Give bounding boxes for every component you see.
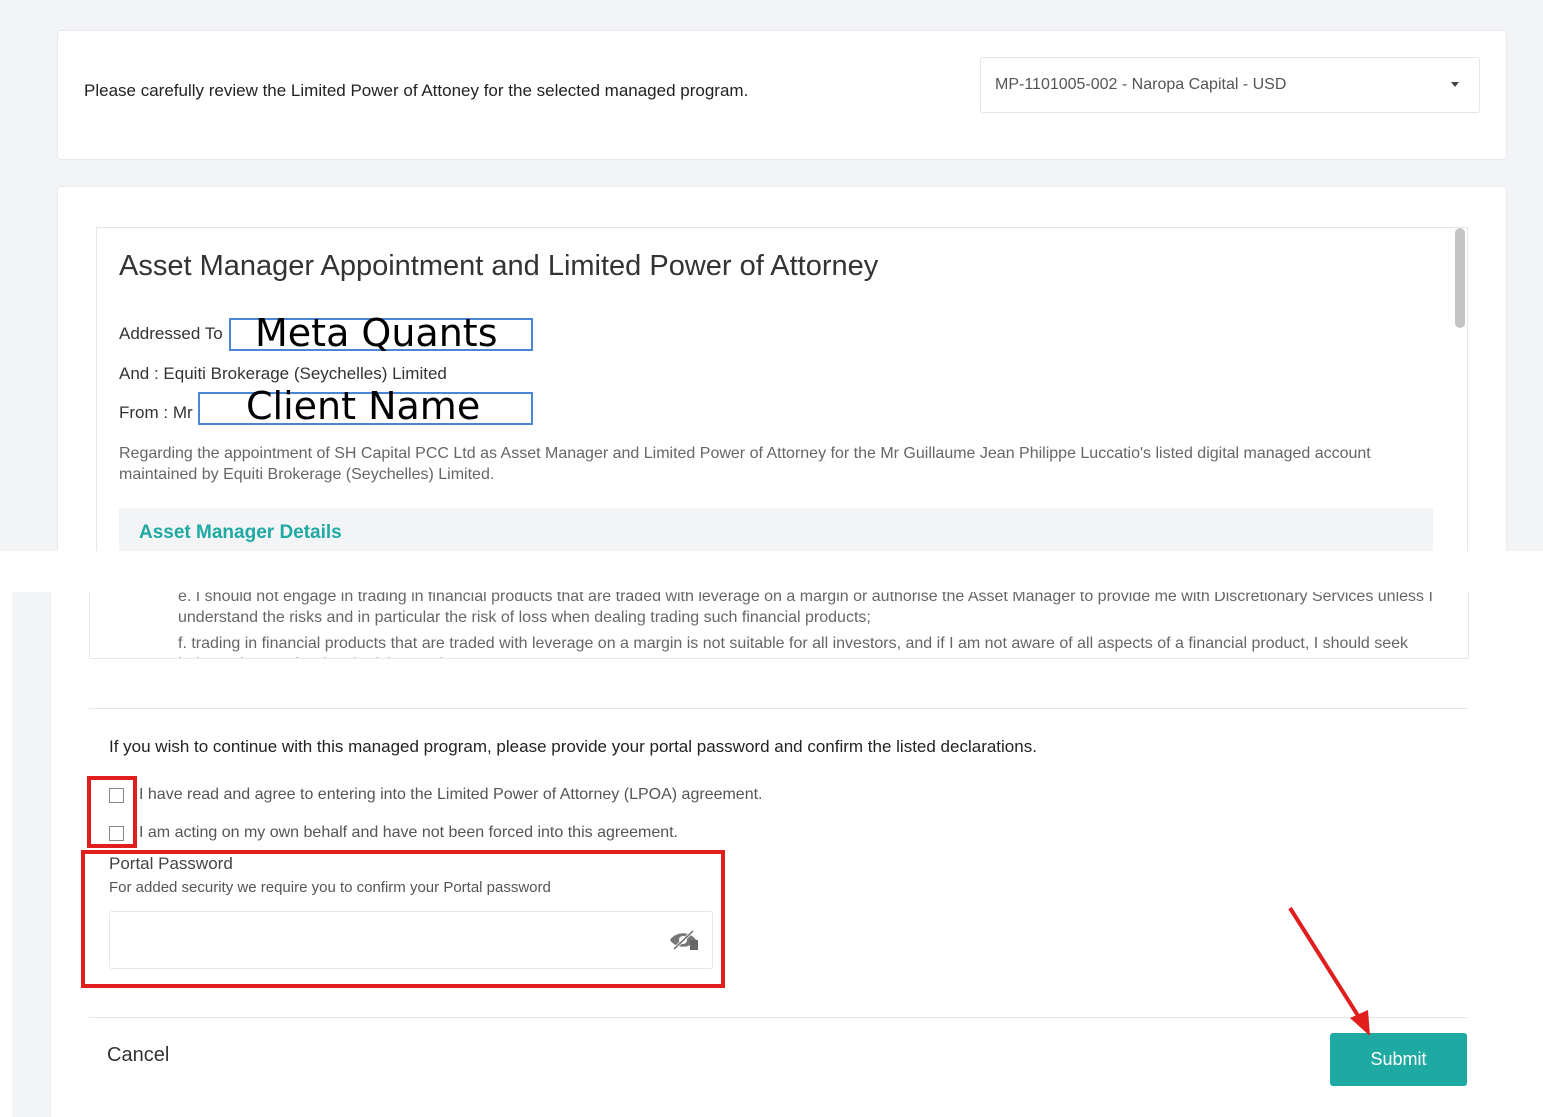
addressed-to-annotation: Meta Quants <box>229 314 533 352</box>
managed-program-select-value: MP-1101005-002 - Naropa Capital - USD <box>995 76 1287 93</box>
from-annotation: Client Name <box>198 387 533 425</box>
divider <box>89 1017 1467 1018</box>
chevron-down-icon <box>1451 82 1459 87</box>
from-value: Client Name <box>246 384 481 428</box>
document-card: Asset Manager Appointment and Limited Po… <box>57 186 1507 551</box>
program-selector-card: Please carefully review the Limited Powe… <box>57 30 1507 160</box>
annotation-arrow <box>1288 906 1370 1036</box>
confirmation-instruction: If you wish to continue with this manage… <box>109 737 1037 756</box>
addressed-to-value: Meta Quants <box>255 311 498 355</box>
document-title: Asset Manager Appointment and Limited Po… <box>119 250 879 282</box>
declaration-item-f: f. trading in financial products that ar… <box>178 635 1409 658</box>
divider <box>89 708 1467 709</box>
cancel-button[interactable]: Cancel <box>107 1044 169 1067</box>
from-label: From : Mr <box>119 403 193 422</box>
lpoa-review-instruction: Please carefully review the Limited Powe… <box>84 81 749 100</box>
lpoa-document-viewer[interactable]: Asset Manager Appointment and Limited Po… <box>96 227 1468 551</box>
submit-button[interactable]: Submit <box>1330 1033 1467 1086</box>
document-scrollbar[interactable] <box>1455 228 1465 328</box>
password-highlight-annotation <box>81 850 725 988</box>
and-line: And : Equiti Brokerage (Seychelles) Limi… <box>119 364 447 383</box>
top-screenshot-region: Please carefully review the Limited Powe… <box>0 0 1543 551</box>
bottom-screenshot-region: e. I should not engage in trading in fin… <box>12 592 1524 1117</box>
asset-manager-details-header: Asset Manager Details <box>119 508 1433 551</box>
addressed-to-label: Addressed To <box>119 324 223 343</box>
own-behalf-label: I am acting on my own behalf and have no… <box>139 824 678 841</box>
regarding-paragraph: Regarding the appointment of SH Capital … <box>119 445 1371 483</box>
lpoa-agreement-label: I have read and agree to entering into t… <box>139 786 763 803</box>
checkbox-highlight-annotation <box>87 776 137 848</box>
section-title: Asset Manager Details <box>139 522 342 543</box>
declaration-item-e: e. I should not engage in trading in fin… <box>178 592 1433 626</box>
managed-program-select[interactable]: MP-1101005-002 - Naropa Capital - USD <box>980 57 1480 113</box>
lpoa-document-viewer-lower[interactable]: e. I should not engage in trading in fin… <box>89 592 1469 659</box>
